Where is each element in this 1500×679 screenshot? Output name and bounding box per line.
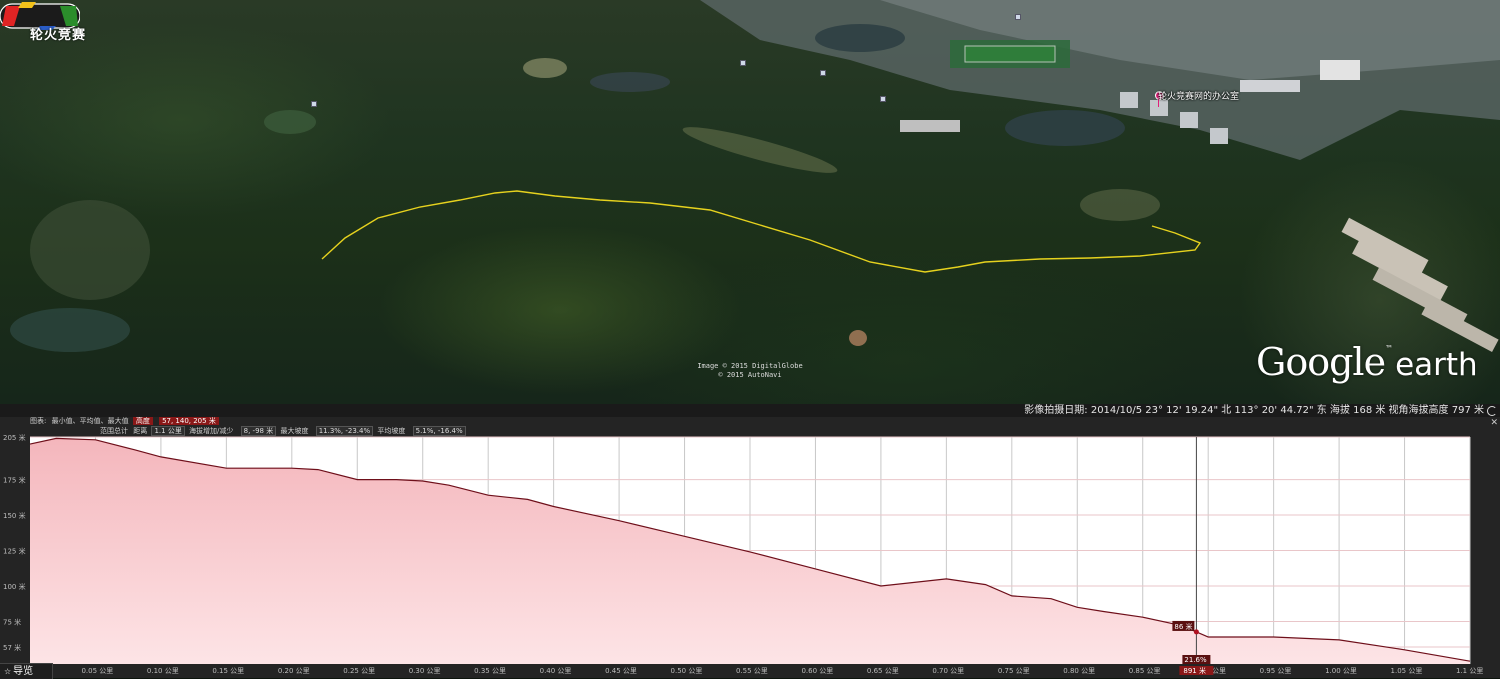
star-icon: ☆ [4, 667, 12, 676]
x-tick-label: 0.65 公里 [867, 667, 899, 675]
y-tick-label: 125 米 [3, 547, 26, 556]
x-tick-label: 0.80 公里 [1063, 667, 1095, 675]
attribution-line: Image © 2015 DigitalGlobe [697, 362, 803, 370]
poi-icon[interactable] [311, 101, 317, 107]
x-tick-label: 1.1 公里 [1456, 667, 1483, 675]
y-tick-label: 175 米 [3, 476, 26, 485]
navigation-label: 导览 [13, 666, 34, 677]
x-tick-label: 0.25 公里 [343, 667, 375, 675]
x-tick-label: 1.00 公里 [1325, 667, 1357, 675]
y-tick-label: 75 米 [3, 617, 21, 626]
status-bar: 影像拍摄日期: 2014/10/5 23° 12' 19.24" 北 113° … [0, 404, 1500, 417]
x-tick-label: 0.85 公里 [1129, 667, 1161, 675]
x-tick-label: 0.35 公里 [474, 667, 506, 675]
status-text: 影像拍摄日期: 2014/10/5 23° 12' 19.24" 北 113° … [1024, 405, 1484, 416]
x-tick-label: 0.50 公里 [671, 667, 703, 675]
trademark: ™ [1385, 344, 1394, 353]
cursor-distance-label: 891 米 [1183, 666, 1206, 675]
x-tick-label: 0.55 公里 [736, 667, 768, 675]
cursor-value-label: 86 米 [1174, 622, 1192, 631]
x-tick-label: 1.05 公里 [1391, 667, 1423, 675]
x-axis: 0.05 公里 0.10 公里 0.15 公里 0.20 公里 0.25 公里 0.30 … [81, 667, 1483, 675]
placemark-label[interactable]: 轮火竞赛网的办公室 [1158, 89, 1239, 102]
x-tick-label: 0.45 公里 [605, 667, 637, 675]
brand-logo-text: 轮火竞赛 [29, 28, 86, 43]
x-tick-label: 0.10 公里 [147, 667, 179, 675]
x-tick-label: 0.30 公里 [409, 667, 441, 675]
y-tick-label: 100 米 [3, 582, 26, 591]
poi-icon[interactable] [1015, 14, 1021, 20]
x-tick-label: 0.40 公里 [540, 667, 572, 675]
y-tick-label: 150 米 [3, 511, 26, 520]
navigation-button[interactable]: ☆ 导览 [0, 663, 53, 679]
elevation-profile-panel[interactable]: 图表: 最小值、平均值、最大值 高度 57, 140, 205 米 范围总计 距… [0, 417, 1500, 679]
imagery-attribution: Image © 2015 DigitalGlobe © 2015 AutoNav… [690, 362, 810, 380]
x-tick-label: 0.70 公里 [932, 667, 964, 675]
poi-icon[interactable] [880, 96, 886, 102]
x-tick-label: 0.75 公里 [998, 667, 1030, 675]
poi-icon[interactable] [820, 70, 826, 76]
x-tick-label: 0.60 公里 [801, 667, 833, 675]
earth-word: earth [1395, 347, 1478, 383]
google-word: Google [1256, 340, 1386, 384]
map-view[interactable]: 轮火竞赛 轮火竞赛网的办公室 Image © 2015 DigitalGlobe… [0, 0, 1500, 404]
x-tick-label: 0.95 公里 [1260, 667, 1292, 675]
y-axis: 205 米 175 米 150 米 125 米 100 米 75 米 57 米 [3, 433, 26, 652]
cursor-dot [1193, 629, 1199, 635]
y-tick-label: 57 米 [3, 643, 21, 652]
attribution-line: © 2015 AutoNavi [718, 371, 782, 379]
x-tick-label: 0.15 公里 [212, 667, 244, 675]
elevation-chart[interactable]: 205 米 175 米 150 米 125 米 100 米 75 米 57 米 0.05 公… [0, 417, 1500, 678]
x-tick-label: 0.20 公里 [278, 667, 310, 675]
google-earth-logo: Google™earth [1256, 340, 1478, 384]
x-tick-label: 0.05 公里 [81, 667, 113, 675]
cursor-x-label: 21.6% [1184, 656, 1207, 664]
poi-icon[interactable] [740, 60, 746, 66]
y-tick-label: 205 米 [3, 433, 26, 442]
loading-spinner-icon [1487, 406, 1497, 416]
gps-track[interactable] [321, 190, 1202, 273]
